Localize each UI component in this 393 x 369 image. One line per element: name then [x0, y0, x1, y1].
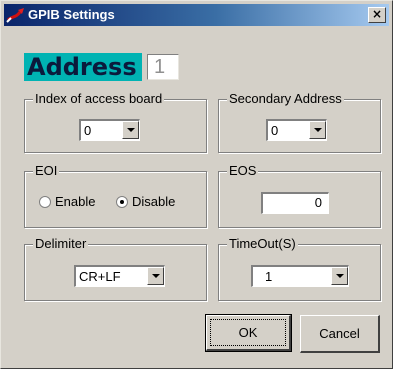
eos-label: EOS	[227, 163, 259, 179]
eoi-enable-radio[interactable]: Enable	[39, 194, 95, 210]
chevron-down-icon[interactable]	[147, 267, 164, 285]
chevron-down-icon[interactable]	[122, 121, 139, 139]
chevron-down-icon[interactable]	[331, 267, 348, 285]
close-button[interactable]: ×	[368, 7, 386, 23]
title-bar[interactable]: GPIB Settings ×	[4, 4, 389, 26]
gpib-cable-icon	[6, 8, 24, 23]
index-of-access-board-label: Index of access board	[33, 91, 165, 107]
eos-field[interactable]: 0	[261, 192, 329, 214]
eoi-label: EOI	[33, 163, 60, 179]
eoi-disable-radio[interactable]: Disable	[116, 194, 175, 210]
radio-checked-icon	[116, 196, 128, 208]
secondary-address-label: Secondary Address	[227, 91, 344, 107]
eoi-disable-label: Disable	[132, 194, 176, 209]
chevron-down-icon[interactable]	[309, 121, 326, 139]
delimiter-label: Delimiter	[33, 236, 89, 252]
cancel-label: Cancel	[319, 326, 360, 341]
index-of-access-board-select[interactable]: 0	[79, 119, 140, 141]
timeout-select[interactable]: 1	[251, 265, 349, 287]
eoi-enable-label: Enable	[55, 194, 96, 209]
delimiter-select[interactable]: CR+LF	[74, 265, 165, 287]
window-title: GPIB Settings	[28, 7, 115, 22]
secondary-address-select[interactable]: 0	[266, 119, 327, 141]
address-label: Address	[24, 53, 142, 81]
delimiter-value: CR+LF	[79, 269, 121, 284]
timeout-label: TimeOut(S)	[227, 236, 298, 252]
index-of-access-board-value: 0	[84, 123, 92, 138]
focus-rect	[210, 319, 286, 346]
timeout-value: 1	[265, 269, 273, 284]
gpib-settings-dialog: GPIB Settings × Address 1 Index of acces…	[0, 0, 393, 369]
address-field[interactable]: 1	[147, 54, 179, 80]
ok-button[interactable]: OK	[205, 314, 292, 352]
radio-unchecked-icon	[39, 196, 51, 208]
cancel-button[interactable]: Cancel	[300, 315, 380, 353]
secondary-address-value: 0	[271, 123, 279, 138]
